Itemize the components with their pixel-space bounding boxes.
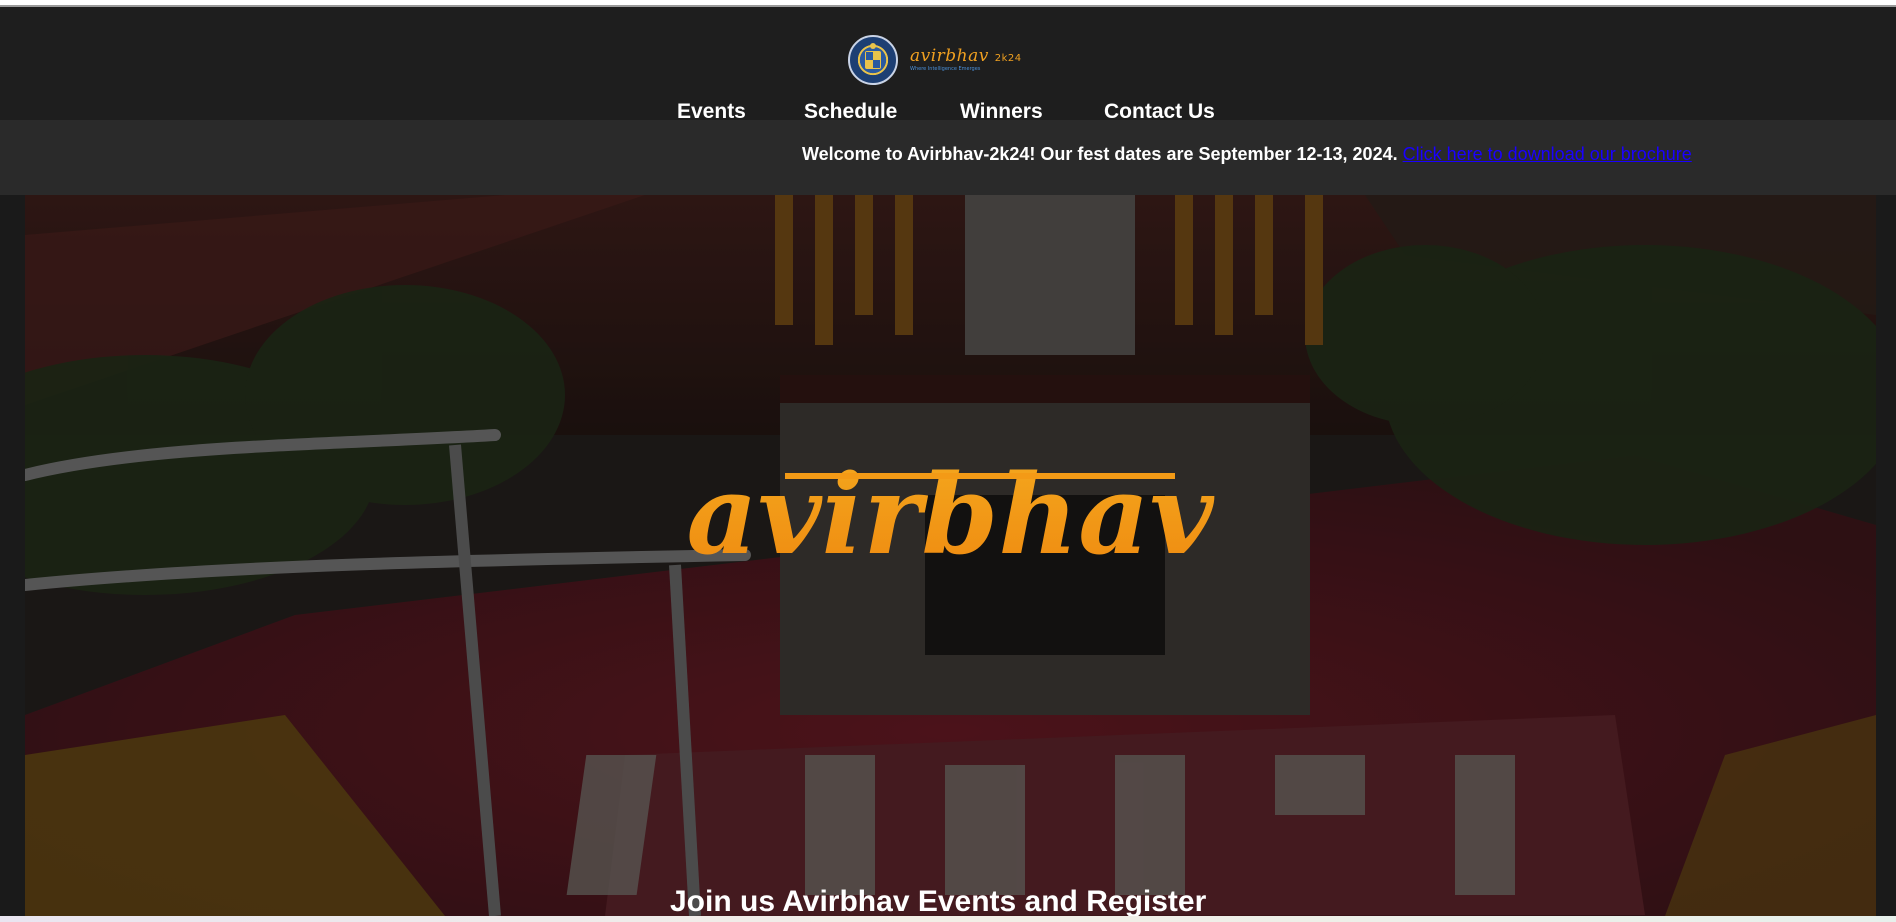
hero-headline: Join us Avirbhav Events and Register	[670, 885, 1207, 918]
bottom-strip	[0, 916, 1896, 922]
hero-background-image: avirbhav	[25, 195, 1876, 916]
brochure-download-link[interactable]: Click here to download our brochure	[1403, 144, 1692, 164]
wordmark: avirbhav 2k24 Where Intelligence Emerges	[910, 48, 1022, 72]
site-logo[interactable]: avirbhav 2k24 Where Intelligence Emerges	[848, 34, 1022, 86]
wordmark-tagline: Where Intelligence Emerges	[910, 66, 981, 72]
wordmark-name: avirbhav	[910, 46, 989, 66]
announcement-banner: Welcome to Avirbhav-2k24! Our fest dates…	[0, 120, 1896, 195]
wordmark-year: 2k24	[994, 53, 1022, 64]
hero-logo-wordmark: avirbhav	[686, 450, 1214, 579]
college-seal-icon	[848, 35, 898, 85]
banner-message: Welcome to Avirbhav-2k24! Our fest dates…	[802, 144, 1692, 165]
top-border	[0, 0, 1896, 7]
banner-text: Welcome to Avirbhav-2k24! Our fest dates…	[802, 144, 1398, 164]
hero-section: avirbhav	[25, 195, 1876, 916]
site-header: avirbhav 2k24 Where Intelligence Emerges…	[0, 7, 1896, 123]
